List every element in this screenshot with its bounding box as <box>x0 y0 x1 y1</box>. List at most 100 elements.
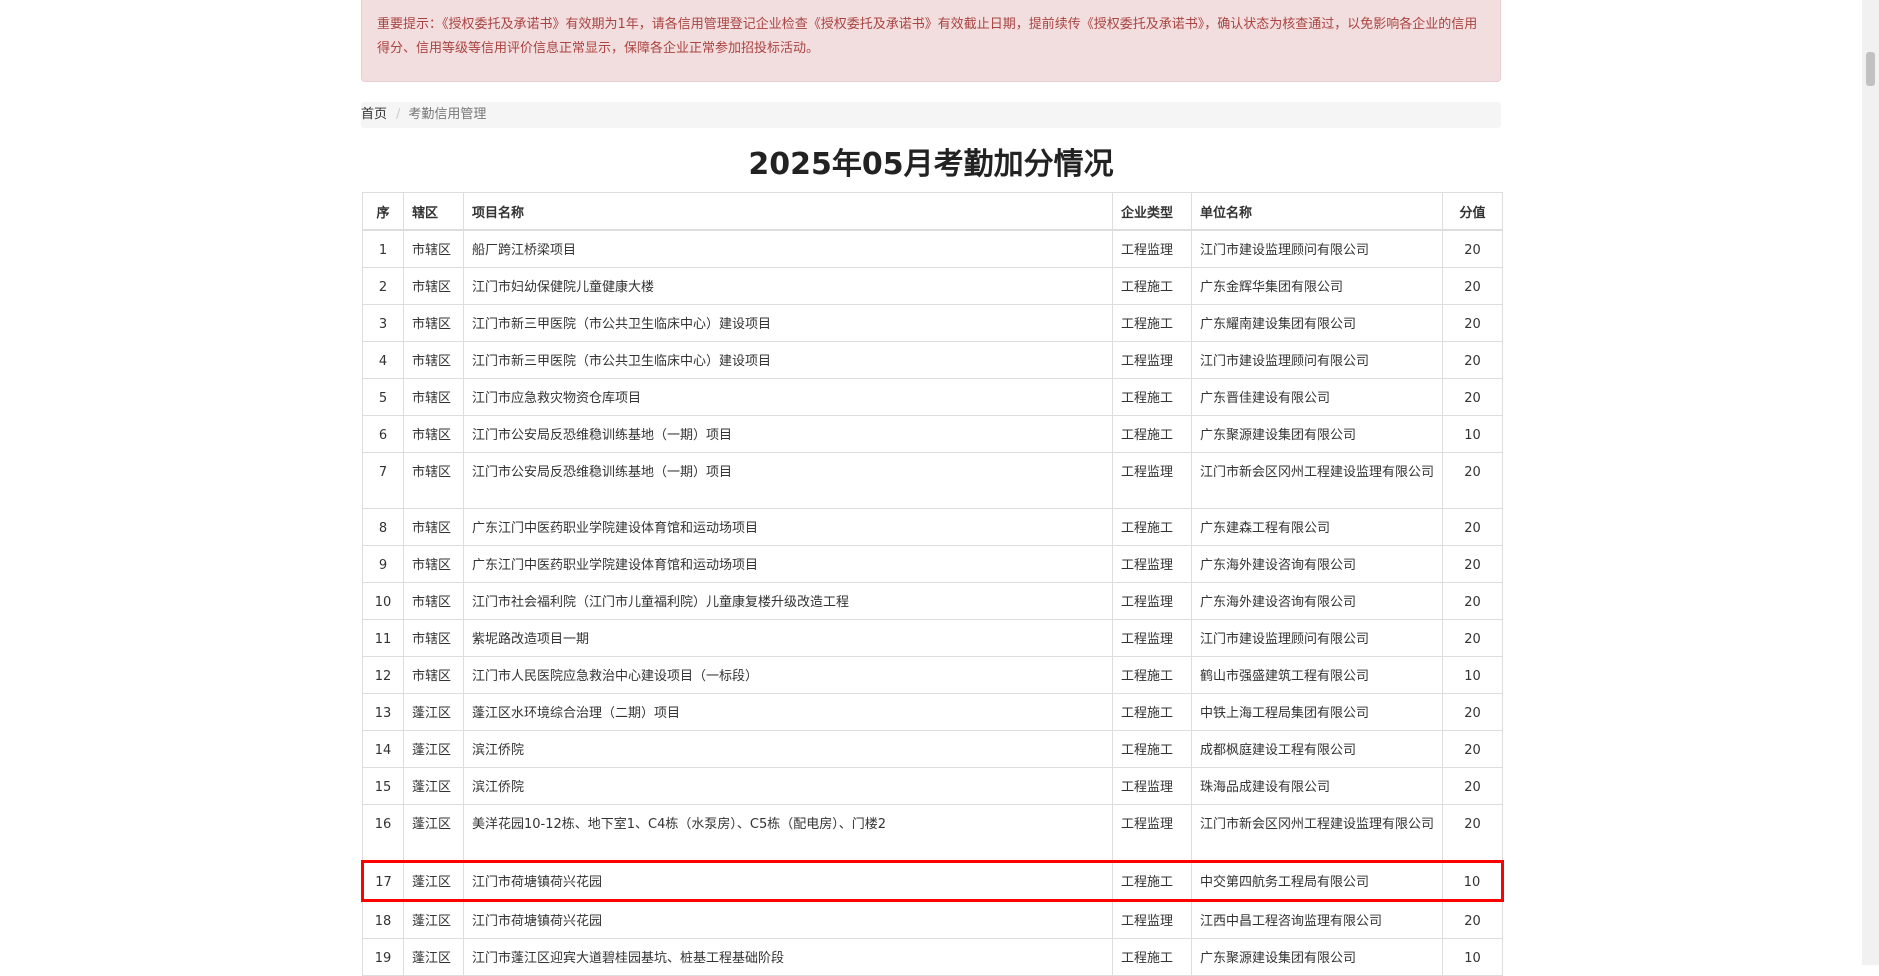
cell-district: 蓬江区 <box>403 900 464 939</box>
cell-score: 20 <box>1442 804 1503 862</box>
cell-project-name: 广东江门中医药职业学院建设体育馆和运动场项目 <box>463 508 1113 546</box>
cell-district: 蓬江区 <box>403 860 464 902</box>
cell-index: 18 <box>362 900 404 939</box>
cell-district: 蓬江区 <box>403 767 464 805</box>
cell-company-type: 工程施工 <box>1112 730 1192 768</box>
table-row: 8 市辖区 广东江门中医药职业学院建设体育馆和运动场项目 工程施工 广东建森工程有限公司… <box>362 508 1503 546</box>
cell-district: 市辖区 <box>403 452 464 509</box>
cell-project-name: 紫坭路改造项目一期 <box>463 619 1113 657</box>
cell-company-type: 工程施工 <box>1112 693 1192 731</box>
cell-project-name: 江门市妇幼保健院儿童健康大楼 <box>463 267 1113 305</box>
cell-company-name: 广东聚源建设集团有限公司 <box>1191 938 1443 976</box>
cell-company-type: 工程施工 <box>1112 860 1192 902</box>
cell-district: 市辖区 <box>403 378 464 416</box>
cell-company-name: 鹤山市强盛建筑工程有限公司 <box>1191 656 1443 694</box>
cell-index: 4 <box>362 341 404 379</box>
table-row: 13 蓬江区 蓬江区水环境综合治理（二期）项目 工程施工 中铁上海工程局集团有限公司 20 <box>362 693 1503 731</box>
cell-index: 6 <box>362 415 404 453</box>
notice-text: 重要提示：《授权委托及承诺书》有效期为1年，请各信用管理登记企业检查《授权委托及… <box>377 17 1478 56</box>
cell-company-type: 工程施工 <box>1112 378 1192 416</box>
cell-index: 14 <box>362 730 404 768</box>
table-row: 16 蓬江区 美洋花园10-12栋、地下室1、C4栋（水泵房）、C5栋（配电房）、门… <box>362 804 1503 862</box>
cell-company-type: 工程施工 <box>1112 267 1192 305</box>
cell-district: 市辖区 <box>403 545 464 583</box>
cell-score: 20 <box>1442 619 1503 657</box>
cell-company-name: 中铁上海工程局集团有限公司 <box>1191 693 1443 731</box>
table-row: 1 市辖区 船厂跨江桥梁项目 工程监理 江门市建设监理顾问有限公司 20 <box>362 229 1503 268</box>
cell-company-name: 广东聚源建设集团有限公司 <box>1191 415 1443 453</box>
breadcrumb: 首页 / 考勤信用管理 <box>361 102 1501 128</box>
col-header-project: 项目名称 <box>463 192 1113 231</box>
cell-company-type: 工程监理 <box>1112 341 1192 379</box>
cell-index: 17 <box>361 860 404 902</box>
cell-project-name: 江门市公安局反恐维稳训练基地（一期）项目 <box>463 452 1113 509</box>
cell-index: 12 <box>362 656 404 694</box>
vertical-scrollbar[interactable] <box>1862 0 1879 965</box>
cell-district: 市辖区 <box>403 229 464 268</box>
cell-district: 蓬江区 <box>403 730 464 768</box>
table-header-row: 序 辖区 项目名称 企业类型 单位名称 分值 <box>362 192 1503 231</box>
cell-score: 20 <box>1442 267 1503 305</box>
table-row: 5 市辖区 江门市应急救灾物资仓库项目 工程施工 广东晋佳建设有限公司 20 <box>362 378 1503 416</box>
cell-index: 9 <box>362 545 404 583</box>
cell-project-name: 美洋花园10-12栋、地下室1、C4栋（水泵房）、C5栋（配电房）、门楼2 <box>463 804 1113 862</box>
attendance-table: 序 辖区 项目名称 企业类型 单位名称 分值 1 市辖区 船厂跨江桥梁项目 工程监理江… <box>361 192 1504 976</box>
cell-company-type: 工程监理 <box>1112 767 1192 805</box>
cell-company-name: 珠海品成建设有限公司 <box>1191 767 1443 805</box>
cell-project-name: 江门市人民医院应急救治中心建设项目（一标段） <box>463 656 1113 694</box>
table-row: 3 市辖区 江门市新三甲医院（市公共卫生临床中心）建设项目 工程施工 广东耀南建设集团有… <box>362 304 1503 342</box>
cell-company-type: 工程施工 <box>1112 656 1192 694</box>
cell-score: 10 <box>1442 860 1504 902</box>
cell-index: 3 <box>362 304 404 342</box>
cell-score: 20 <box>1442 508 1503 546</box>
col-header-district: 辖区 <box>403 192 464 231</box>
cell-index: 8 <box>362 508 404 546</box>
table-body: 1 市辖区 船厂跨江桥梁项目 工程监理 江门市建设监理顾问有限公司 20 2 市辖区 江门市妇幼… <box>361 229 1504 976</box>
cell-index: 13 <box>362 693 404 731</box>
table-row: 14 蓬江区 滨江侨院 工程施工 成都枫庭建设工程有限公司 20 <box>362 730 1503 768</box>
cell-company-name: 广东金辉华集团有限公司 <box>1191 267 1443 305</box>
cell-project-name: 江门市社会福利院（江门市儿童福利院）儿童康复楼升级改造工程 <box>463 582 1113 620</box>
col-header-index: 序 <box>362 192 404 231</box>
cell-company-type: 工程监理 <box>1112 582 1192 620</box>
cell-score: 20 <box>1442 582 1503 620</box>
cell-index: 5 <box>362 378 404 416</box>
cell-district: 蓬江区 <box>403 938 464 976</box>
cell-district: 市辖区 <box>403 656 464 694</box>
cell-project-name: 江门市荷塘镇荷兴花园 <box>463 860 1113 902</box>
cell-project-name: 江门市新三甲医院（市公共卫生临床中心）建设项目 <box>463 304 1113 342</box>
cell-company-type: 工程监理 <box>1112 900 1192 939</box>
breadcrumb-separator: / <box>396 107 401 122</box>
cell-score: 20 <box>1442 767 1503 805</box>
table-row: 19 蓬江区 江门市蓬江区迎宾大道碧桂园基坑、桩基工程基础阶段 工程施工 广东聚源建设集… <box>362 938 1503 976</box>
cell-score: 20 <box>1442 730 1503 768</box>
cell-company-type: 工程施工 <box>1112 508 1192 546</box>
cell-district: 市辖区 <box>403 415 464 453</box>
cell-company-type: 工程监理 <box>1112 229 1192 268</box>
cell-score: 10 <box>1442 656 1503 694</box>
table-row: 18 蓬江区 江门市荷塘镇荷兴花园 工程监理 江西中昌工程咨询监理有限公司 20 <box>362 900 1503 939</box>
cell-district: 蓬江区 <box>403 693 464 731</box>
cell-score: 20 <box>1442 693 1503 731</box>
table-row: 11 市辖区 紫坭路改造项目一期 工程监理 江门市建设监理顾问有限公司 20 <box>362 619 1503 657</box>
cell-score: 20 <box>1442 378 1503 416</box>
cell-company-name: 江西中昌工程咨询监理有限公司 <box>1191 900 1443 939</box>
cell-score: 10 <box>1442 938 1503 976</box>
cell-project-name: 滨江侨院 <box>463 767 1113 805</box>
cell-project-name: 广东江门中医药职业学院建设体育馆和运动场项目 <box>463 545 1113 583</box>
cell-company-name: 成都枫庭建设工程有限公司 <box>1191 730 1443 768</box>
cell-score: 20 <box>1442 545 1503 583</box>
breadcrumb-home-link[interactable]: 首页 <box>361 107 387 122</box>
cell-score: 20 <box>1442 452 1503 509</box>
col-header-score: 分值 <box>1442 192 1503 231</box>
cell-project-name: 滨江侨院 <box>463 730 1113 768</box>
cell-district: 市辖区 <box>403 508 464 546</box>
cell-score: 10 <box>1442 415 1503 453</box>
cell-project-name: 船厂跨江桥梁项目 <box>463 229 1113 268</box>
col-header-company-type: 企业类型 <box>1112 192 1192 231</box>
cell-project-name: 蓬江区水环境综合治理（二期）项目 <box>463 693 1113 731</box>
cell-company-name: 中交第四航务工程局有限公司 <box>1191 860 1443 902</box>
scrollbar-thumb[interactable] <box>1866 52 1875 86</box>
cell-index: 11 <box>362 619 404 657</box>
notice-alert: 重要提示：《授权委托及承诺书》有效期为1年，请各信用管理登记企业检查《授权委托及… <box>361 0 1501 82</box>
